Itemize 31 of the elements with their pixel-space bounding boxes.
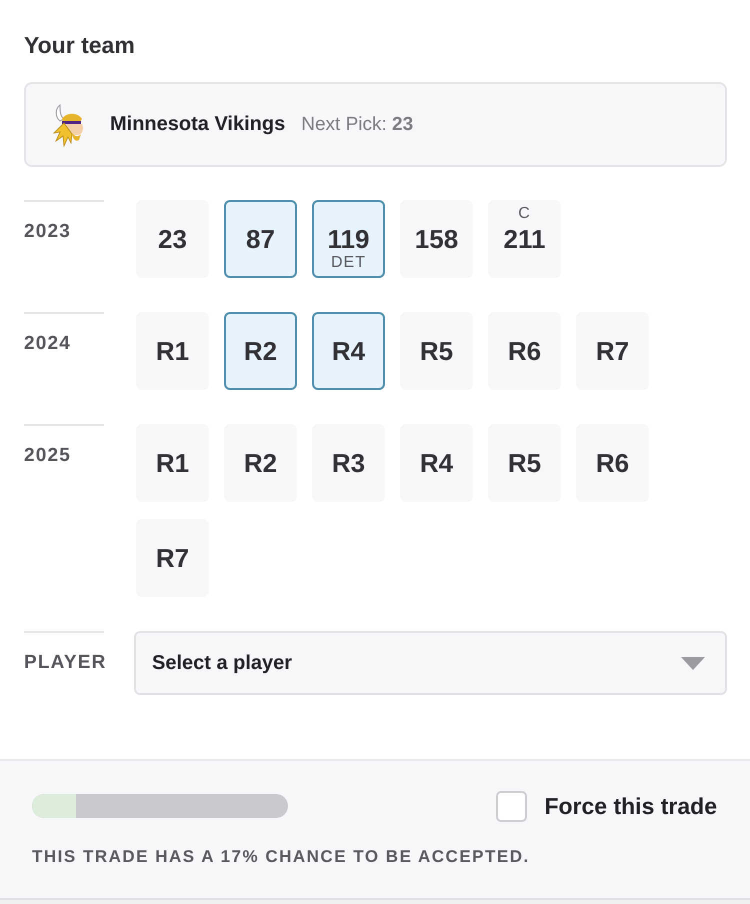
- pick-tile[interactable]: R2: [224, 424, 297, 502]
- pick-tile[interactable]: R1: [136, 424, 209, 502]
- player-label: PLAYER: [24, 652, 107, 674]
- pick-tile[interactable]: R6: [576, 424, 649, 502]
- pick-tile[interactable]: R1: [136, 312, 209, 390]
- caret-icon: [681, 656, 705, 670]
- pick-tile[interactable]: R7: [576, 312, 649, 390]
- year-label: 2024: [24, 333, 72, 355]
- viking-head-icon: [50, 102, 86, 146]
- force-trade-label[interactable]: Force this trade: [544, 792, 717, 820]
- player-select[interactable]: Select a player: [134, 631, 727, 695]
- pick-tile[interactable]: R4: [312, 312, 385, 390]
- year-label: 2025: [24, 445, 72, 467]
- pick-tile[interactable]: R7: [136, 519, 209, 597]
- year-label: 2023: [24, 221, 72, 243]
- pick-tile[interactable]: R5: [488, 424, 561, 502]
- pick-tile[interactable]: R2: [224, 312, 297, 390]
- pick-tile[interactable]: R3: [312, 424, 385, 502]
- acceptance-message: THIS TRADE HAS A 17% CHANCE TO BE ACCEPTED.: [32, 847, 531, 867]
- section-heading: Your team: [24, 32, 136, 58]
- checkbox[interactable]: [496, 790, 528, 822]
- team-name: Minnesota Vikings: [110, 113, 286, 136]
- pick-tile[interactable]: R5: [400, 312, 473, 390]
- pick-tile[interactable]: 23: [136, 200, 209, 278]
- pick-tile[interactable]: R4: [400, 424, 473, 502]
- pick-tile[interactable]: 119 DET: [312, 200, 385, 278]
- pick-tile[interactable]: 87: [224, 200, 297, 278]
- pick-tile[interactable]: 158: [400, 200, 473, 278]
- pick-tile[interactable]: C 211: [488, 200, 561, 278]
- next-pick-text: Next Pick: 23: [301, 114, 414, 136]
- pick-tile[interactable]: R6: [488, 312, 561, 390]
